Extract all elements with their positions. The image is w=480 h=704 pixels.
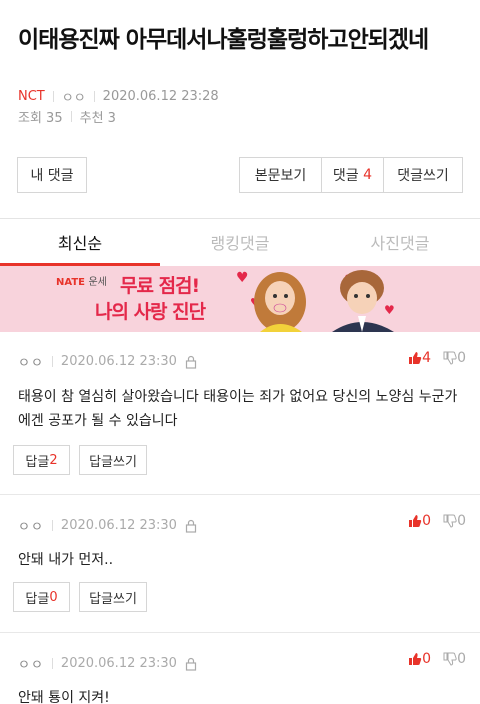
couple-illustration: ♥ ♥ ♥ ♥: [236, 270, 395, 332]
write-comment-button[interactable]: 댓글쓰기: [384, 158, 462, 192]
view-count: 조회 35: [18, 111, 63, 126]
downvote-button[interactable]: 0: [443, 513, 466, 529]
comment-author: ㅇㅇ: [18, 520, 44, 535]
comment-datetime: 2020.06.12 23:30: [60, 354, 177, 369]
banner-brand: NATE 운세: [56, 277, 107, 288]
comment-datetime: 2020.06.12 23:30: [60, 656, 177, 671]
thumbs-up-icon: [409, 515, 422, 527]
reply-label: 답글: [25, 591, 50, 607]
sort-tabs: 최신순 랭킹댓글 사진댓글: [0, 219, 480, 265]
report-icon[interactable]: [185, 657, 197, 671]
reply-count: 0: [49, 589, 58, 605]
comment-datetime: 2020.06.12 23:30: [60, 518, 177, 533]
comment-text: 안돼 툥이 지켜!: [18, 690, 110, 704]
upvote-button[interactable]: 0: [408, 651, 431, 667]
thumbs-down-icon: [443, 514, 457, 528]
report-icon[interactable]: [185, 519, 197, 533]
thumbs-down-icon: [443, 351, 457, 365]
reply-count: 2: [49, 452, 58, 468]
write-reply-button[interactable]: 답글쓰기: [79, 582, 147, 612]
tab-latest[interactable]: 최신순: [0, 219, 160, 265]
downvote-count: 0: [457, 651, 466, 667]
comment-votes: 0 0: [408, 513, 466, 529]
comment-text: 태용이 참 열심히 살아왔습니다 태용이는 죄가 없어요 당신의 노양심 누군가…: [18, 389, 458, 429]
category-link[interactable]: NCT: [18, 89, 45, 104]
divider: [52, 91, 54, 102]
comment-meta: ㅇㅇ 2020.06.12 23:30: [18, 352, 197, 371]
report-icon[interactable]: [185, 355, 197, 369]
svg-text:♥: ♥: [384, 303, 395, 317]
comment-divider: [0, 632, 480, 633]
ad-banner[interactable]: NATE 운세 무료 점검! 나의 사랑 진단 ♥ ♥ ♥ ♥: [0, 266, 480, 332]
upvote-button[interactable]: 0: [408, 513, 431, 529]
comments-count: 4: [363, 167, 373, 183]
banner-line2: 나의 사랑 진단: [95, 301, 206, 323]
comments-button[interactable]: 댓글 4: [322, 158, 384, 192]
upvote-count: 4: [422, 350, 432, 366]
divider: [51, 520, 53, 531]
downvote-count: 0: [457, 350, 466, 366]
post-title: 이태용진짜 아무데서나훌렁훌렁하고안되겠네: [18, 27, 429, 53]
thumbs-up-icon: [409, 352, 422, 364]
recommend-count: 추천 3: [79, 111, 116, 126]
comment-author: ㅇㅇ: [18, 356, 44, 371]
thumbs-down-icon: [443, 652, 457, 666]
post-stats: 조회 35 추천 3: [18, 107, 116, 126]
reply-button[interactable]: 답글 0: [13, 582, 70, 612]
write-reply-button[interactable]: 답글쓰기: [79, 445, 147, 475]
my-comments-button[interactable]: 내 댓글: [17, 157, 87, 193]
comment-divider: [0, 494, 480, 495]
view-post-button[interactable]: 본문보기: [240, 158, 322, 192]
divider: [51, 658, 53, 669]
tab-ranking[interactable]: 랭킹댓글: [160, 219, 320, 265]
reply-button[interactable]: 답글 2: [13, 445, 70, 475]
comment-meta: ㅇㅇ 2020.06.12 23:30: [18, 654, 197, 673]
upvote-button[interactable]: 4: [408, 350, 431, 366]
tab-photo[interactable]: 사진댓글: [320, 219, 480, 265]
reply-label: 답글: [25, 454, 50, 470]
svg-text:♥: ♥: [236, 270, 249, 286]
comment-toolbar: 본문보기 댓글 4 댓글쓰기: [239, 157, 463, 193]
banner-line1: 무료 점검!: [120, 275, 200, 297]
comments-label: 댓글: [332, 168, 359, 184]
comment-author: ㅇㅇ: [18, 658, 44, 673]
downvote-count: 0: [457, 513, 466, 529]
comment-text: 안돼 내가 먼저..: [18, 552, 114, 568]
post-author: ㅇㅇ: [61, 91, 86, 106]
post-meta: NCT ㅇㅇ 2020.06.12 23:28: [18, 87, 219, 106]
upvote-count: 0: [422, 513, 432, 529]
post-datetime: 2020.06.12 23:28: [102, 89, 219, 104]
thumbs-up-icon: [409, 653, 422, 665]
comment-votes: 4 0: [408, 350, 466, 366]
downvote-button[interactable]: 0: [443, 651, 466, 667]
divider: [70, 111, 72, 122]
comment-votes: 0 0: [408, 651, 466, 667]
divider: [51, 356, 53, 367]
downvote-button[interactable]: 0: [443, 350, 466, 366]
upvote-count: 0: [422, 651, 432, 667]
comment-meta: ㅇㅇ 2020.06.12 23:30: [18, 516, 197, 535]
divider: [93, 91, 95, 102]
